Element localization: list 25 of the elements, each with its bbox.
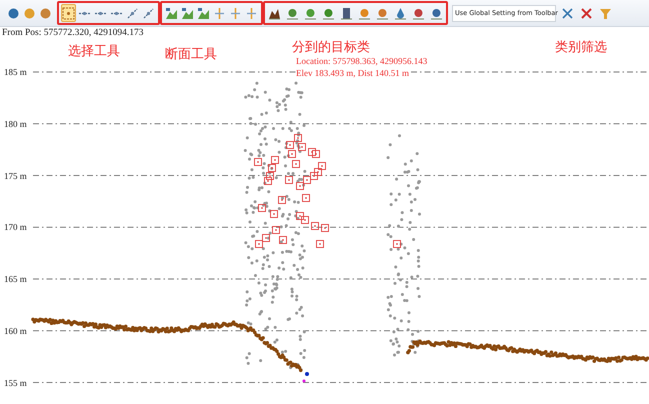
- terrain-section-icon: [165, 6, 178, 20]
- annotation-label: 类别筛选: [555, 40, 607, 55]
- axis-label: 180 m: [4, 118, 27, 129]
- terrain-section-icon: [181, 6, 194, 20]
- axis-label: 185 m: [4, 67, 27, 77]
- axis-label: 170 m: [4, 222, 27, 232]
- filter-icon: [599, 6, 612, 20]
- annotation-label: 选择工具: [68, 44, 120, 59]
- line-icon: [142, 6, 155, 20]
- close-icon: [580, 6, 593, 20]
- axis-label: 155 m: [4, 378, 27, 388]
- cursor-readout: Elev 183.493 m, Dist 140.51 m: [296, 68, 409, 79]
- axis-label: 175 m: [4, 170, 27, 180]
- annotation-label: 断面工具: [165, 47, 217, 62]
- axis-label: 165 m: [4, 274, 27, 284]
- axis-label: 160 m: [4, 326, 27, 336]
- water-drop-icon: [394, 6, 407, 20]
- cursor-readout: Location: 575798.363, 4290956.143: [296, 56, 428, 67]
- status-text: From Pos: 575772.320, 4291094.173: [1, 27, 144, 40]
- cross-tool-icon: [561, 6, 574, 20]
- polyline-icon: [126, 6, 139, 20]
- select-points-icon: [62, 6, 75, 20]
- annotation-label: 分到的目标类: [292, 40, 370, 55]
- building-icon: [340, 6, 353, 20]
- terrain-icon: [268, 6, 281, 20]
